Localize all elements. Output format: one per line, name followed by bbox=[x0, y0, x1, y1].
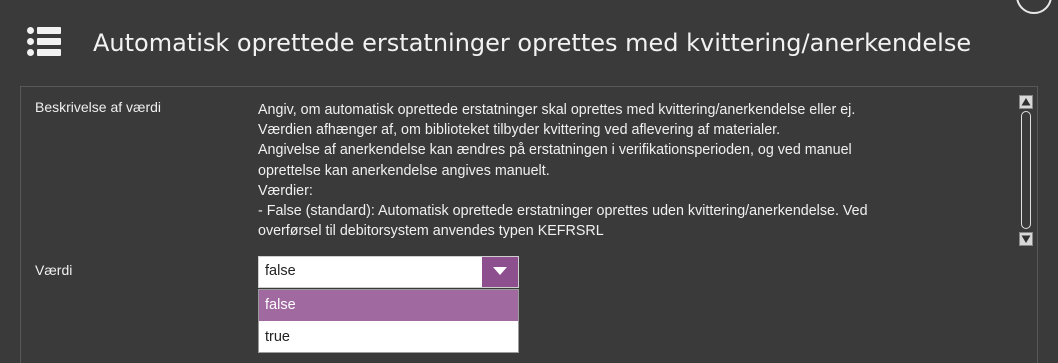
description-line: - False (standard): Automatisk oprettede… bbox=[258, 203, 868, 220]
description-label: Beskrivelse af værdi bbox=[35, 99, 162, 115]
description-scrollbar[interactable] bbox=[1019, 95, 1033, 246]
menu-list-icon[interactable] bbox=[27, 27, 61, 56]
help-circle-icon[interactable] bbox=[1016, 0, 1052, 14]
scroll-up-arrow-icon bbox=[1021, 98, 1031, 106]
select-current-value: false bbox=[265, 263, 296, 279]
value-label: Værdi bbox=[35, 262, 73, 278]
chevron-down-icon bbox=[493, 267, 507, 275]
option-true[interactable]: true bbox=[259, 322, 518, 353]
description-line: Værdien afhænger af, om biblioteket tilb… bbox=[258, 122, 781, 139]
scroll-down-button[interactable] bbox=[1019, 232, 1033, 246]
title-bar: Automatisk oprettede erstatninger oprett… bbox=[0, 0, 1058, 86]
value-options-list: false true bbox=[258, 289, 519, 353]
settings-window: Automatisk oprettede erstatninger oprett… bbox=[0, 0, 1058, 363]
scroll-up-button[interactable] bbox=[1019, 95, 1033, 109]
description-text: Angiv, om automatisk oprettede erstatnin… bbox=[258, 100, 1006, 245]
select-dropdown-button[interactable] bbox=[482, 257, 518, 287]
scroll-down-arrow-icon bbox=[1021, 235, 1031, 243]
description-line: Angiv, om automatisk oprettede erstatnin… bbox=[258, 102, 856, 118]
description-line: oprettelse kan anerkendelse angives manu… bbox=[258, 162, 550, 179]
description-line: Værdier: bbox=[258, 182, 313, 199]
value-select[interactable]: false bbox=[258, 256, 519, 288]
description-line: overførsel til debitorsystem anvendes ty… bbox=[258, 223, 604, 240]
scroll-thumb[interactable] bbox=[1021, 111, 1031, 229]
option-false[interactable]: false bbox=[259, 290, 518, 321]
page-title: Automatisk oprettede erstatninger oprett… bbox=[93, 29, 972, 57]
description-line: Angivelse af anerkendelse kan ændres på … bbox=[258, 142, 852, 159]
